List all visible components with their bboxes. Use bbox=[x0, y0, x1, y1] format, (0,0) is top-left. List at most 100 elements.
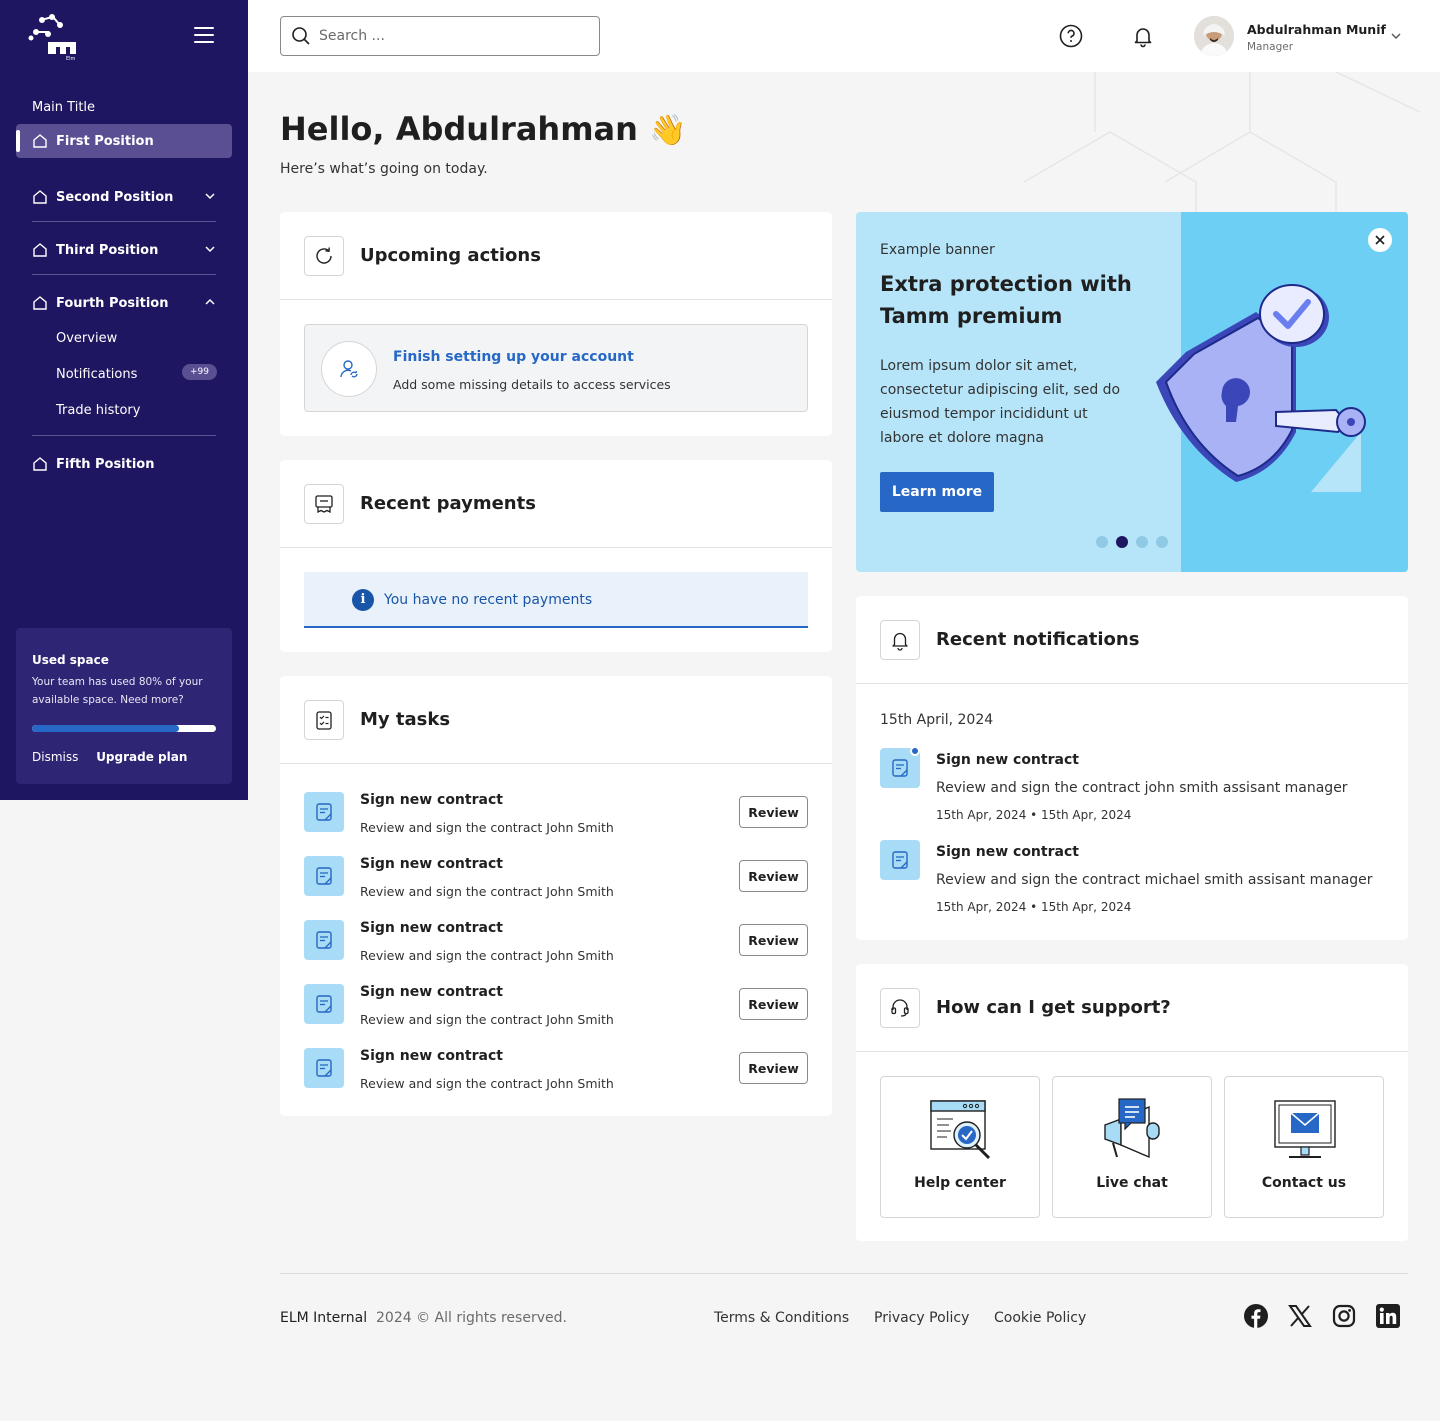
refresh-icon bbox=[304, 235, 344, 276]
task-row: Sign new contract Review and sign the co… bbox=[304, 920, 808, 984]
sidebar-item-fourth-position[interactable]: Fourth Position bbox=[16, 286, 232, 320]
unread-indicator bbox=[910, 746, 920, 756]
x-twitter-icon[interactable] bbox=[1288, 1304, 1312, 1328]
notifications-date: 15th April, 2024 bbox=[880, 712, 994, 728]
notification-title: Sign new contract bbox=[936, 752, 1079, 768]
finish-setup-item[interactable]: Finish setting up your account Add some … bbox=[304, 324, 808, 412]
card-title: Recent payments bbox=[360, 493, 536, 514]
used-space-text: Your team has used 80% of your available… bbox=[32, 676, 203, 706]
support-tile-label: Contact us bbox=[1261, 1175, 1347, 1191]
facebook-icon[interactable] bbox=[1244, 1304, 1268, 1328]
used-space-card: Used space Your team has used 80% of you… bbox=[16, 628, 232, 784]
menu-toggle-icon[interactable] bbox=[194, 27, 214, 45]
contact-us-tile[interactable]: Contact us bbox=[1224, 1076, 1384, 1218]
sidebar-item-first-position[interactable]: First Position bbox=[16, 124, 232, 158]
task-description: Review and sign the contract John Smith bbox=[360, 820, 614, 835]
notifications-count-badge: +99 bbox=[182, 364, 217, 380]
avatar[interactable] bbox=[1194, 16, 1234, 56]
home-icon bbox=[33, 190, 47, 204]
home-icon bbox=[33, 243, 47, 257]
sidebar-item-fifth-position[interactable]: Fifth Position bbox=[16, 447, 232, 481]
search-input[interactable] bbox=[319, 28, 579, 44]
sidebar-subitem-trade-history[interactable]: Trade history bbox=[56, 403, 140, 418]
review-button[interactable]: Review bbox=[739, 1052, 808, 1084]
support-card: How can I get support? Help center Live … bbox=[856, 964, 1408, 1241]
task-title: Sign new contract bbox=[360, 920, 503, 936]
instagram-icon[interactable] bbox=[1332, 1304, 1356, 1328]
live-chat-tile[interactable]: Live chat bbox=[1052, 1076, 1212, 1218]
document-icon bbox=[880, 840, 920, 880]
learn-more-button[interactable]: Learn more bbox=[880, 472, 994, 512]
document-icon bbox=[304, 920, 344, 960]
bell-icon[interactable] bbox=[1131, 24, 1155, 48]
waving-hand-emoji: 👋 bbox=[649, 113, 687, 148]
footer-divider bbox=[280, 1273, 1408, 1274]
contact-us-icon bbox=[1274, 1100, 1336, 1158]
task-title: Sign new contract bbox=[360, 1048, 503, 1064]
notification-date: 15th Apr, 2024 • 15th Apr, 2024 bbox=[936, 900, 1132, 914]
task-description: Review and sign the contract John Smith bbox=[360, 1076, 614, 1091]
sidebar-item-third-position[interactable]: Third Position bbox=[16, 233, 232, 267]
elm-logo[interactable]: Elm bbox=[28, 12, 80, 62]
nav-divider bbox=[32, 274, 216, 275]
cookie-link[interactable]: Cookie Policy bbox=[994, 1310, 1086, 1326]
linkedin-icon[interactable] bbox=[1376, 1304, 1400, 1328]
user-role: Manager bbox=[1247, 41, 1294, 53]
privacy-link[interactable]: Privacy Policy bbox=[874, 1310, 969, 1326]
used-space-progress-fill bbox=[32, 725, 180, 732]
review-button[interactable]: Review bbox=[739, 924, 808, 956]
task-row: Sign new contract Review and sign the co… bbox=[304, 792, 808, 856]
greeting-text: Hello, Abdulrahman bbox=[280, 110, 638, 148]
receipt-icon bbox=[304, 483, 344, 524]
document-icon bbox=[304, 856, 344, 896]
promo-banner: Example banner Extra protection with Tam… bbox=[856, 212, 1408, 572]
carousel-dot-2[interactable] bbox=[1116, 536, 1128, 548]
top-header: Abdulrahman Munif Manager bbox=[248, 0, 1440, 72]
notification-title: Sign new contract bbox=[936, 844, 1079, 860]
review-button[interactable]: Review bbox=[739, 796, 808, 828]
sidebar-item-second-position[interactable]: Second Position bbox=[16, 180, 232, 214]
sidebar-subitem-notifications[interactable]: Notifications bbox=[56, 367, 137, 382]
sidebar-subitem-overview[interactable]: Overview bbox=[56, 331, 117, 346]
sidebar-item-label: First Position bbox=[56, 133, 154, 149]
upcoming-actions-card: Upcoming actions Finish setting up your … bbox=[280, 212, 832, 436]
task-title: Sign new contract bbox=[360, 792, 503, 808]
chevron-down-icon[interactable] bbox=[1390, 30, 1402, 42]
card-title: How can I get support? bbox=[936, 997, 1171, 1018]
finish-setup-link[interactable]: Finish setting up your account bbox=[393, 349, 634, 365]
my-tasks-card: My tasks Sign new contract Review and si… bbox=[280, 676, 832, 1116]
banner-close-button[interactable] bbox=[1368, 228, 1392, 252]
search-box[interactable] bbox=[280, 16, 600, 56]
chevron-up-icon bbox=[205, 298, 215, 305]
sidebar: Elm Main Title First Position Second Pos… bbox=[0, 0, 248, 800]
review-button[interactable]: Review bbox=[739, 860, 808, 892]
finish-setup-description: Add some missing details to access servi… bbox=[393, 377, 671, 392]
headset-icon bbox=[880, 987, 920, 1028]
carousel-dot-1[interactable] bbox=[1096, 536, 1108, 548]
help-icon[interactable] bbox=[1059, 24, 1083, 48]
greeting-title: Hello, Abdulrahman 👋 bbox=[280, 110, 686, 148]
task-description: Review and sign the contract John Smith bbox=[360, 948, 614, 963]
notification-date: 15th Apr, 2024 • 15th Apr, 2024 bbox=[936, 808, 1132, 822]
card-title: Upcoming actions bbox=[360, 245, 541, 266]
home-icon bbox=[33, 457, 47, 471]
sidebar-item-label: Third Position bbox=[56, 242, 159, 258]
dismiss-button[interactable]: Dismiss bbox=[32, 750, 78, 764]
terms-link[interactable]: Terms & Conditions bbox=[714, 1310, 849, 1326]
upgrade-plan-button[interactable]: Upgrade plan bbox=[96, 750, 187, 764]
help-center-tile[interactable]: Help center bbox=[880, 1076, 1040, 1218]
task-row: Sign new contract Review and sign the co… bbox=[304, 984, 808, 1048]
checklist-icon bbox=[304, 699, 344, 740]
review-button[interactable]: Review bbox=[739, 988, 808, 1020]
chevron-down-icon bbox=[205, 246, 215, 253]
support-tile-label: Live chat bbox=[1096, 1175, 1168, 1191]
search-icon bbox=[292, 27, 310, 45]
task-title: Sign new contract bbox=[360, 856, 503, 872]
used-space-progress bbox=[32, 725, 216, 732]
card-title: My tasks bbox=[360, 709, 451, 730]
recent-payments-card: Recent payments i You have no recent pay… bbox=[280, 460, 832, 652]
carousel-dot-4[interactable] bbox=[1156, 536, 1168, 548]
carousel-dot-3[interactable] bbox=[1136, 536, 1148, 548]
live-chat-icon bbox=[1104, 1098, 1160, 1159]
banner-title: Extra protection with Tamm premium bbox=[880, 272, 1132, 328]
